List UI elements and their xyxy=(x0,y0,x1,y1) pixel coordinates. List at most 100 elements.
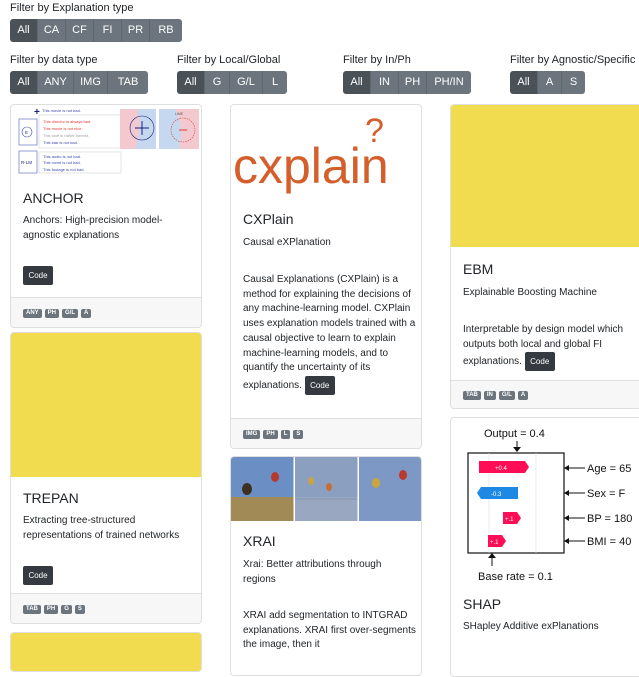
shap-figure: Output = 0.4 +0.4 -0.3 +.1 +.1 Age = 65 … xyxy=(451,420,639,588)
filter-local-gl[interactable]: G/L xyxy=(230,71,263,94)
filter-inph-label: Filter by In/Ph xyxy=(343,54,411,66)
badge: G/L xyxy=(62,309,79,318)
svg-text:This movie is not nice.: This movie is not nice. xyxy=(43,126,83,131)
card-ebm-code-button[interactable]: Code xyxy=(524,352,555,372)
card-trepan[interactable]: TREPAN Extracting tree-structured repres… xyxy=(10,332,202,624)
filter-inph-phin[interactable]: PH/IN xyxy=(427,71,471,94)
svg-text:+.1: +.1 xyxy=(490,540,499,546)
filter-data-img[interactable]: IMG xyxy=(74,71,108,94)
filter-explanation-label: Filter by Explanation type xyxy=(10,2,134,14)
card-shap-title: SHAP xyxy=(463,596,502,612)
card-trepan-image xyxy=(11,333,201,477)
badge: IN xyxy=(483,391,496,400)
filter-agnostic-label: Filter by Agnostic/Specific xyxy=(510,54,636,66)
filter-explanation-ca[interactable]: CA xyxy=(38,19,66,42)
svg-text:+.1: +.1 xyxy=(505,517,514,523)
anchor-image: + E This movie is not bad. This director… xyxy=(15,107,199,175)
shap-feature-bmi: BMI = 40 xyxy=(587,536,631,548)
filter-local-label: Filter by Local/Global xyxy=(177,54,281,66)
filter-local-l[interactable]: L xyxy=(263,71,287,94)
filter-inph-all[interactable]: All xyxy=(343,71,371,94)
filter-agnostic-s[interactable]: S xyxy=(562,71,585,94)
svg-text:This stuff is rather honest.: This stuff is rather honest. xyxy=(43,133,89,138)
filter-explanation-rb[interactable]: RB xyxy=(150,19,182,42)
card-xrai[interactable]: XRAI Xrai: Better attributions through r… xyxy=(230,456,422,676)
shap-feature-sex: Sex = F xyxy=(587,488,625,500)
badge: G/L xyxy=(498,391,515,400)
filter-explanation-pr[interactable]: PR xyxy=(122,19,150,42)
filter-agnostic-group: All A S xyxy=(510,71,585,94)
badge: PH xyxy=(263,430,278,439)
card-anchor-code-button[interactable]: Code xyxy=(23,266,53,285)
filter-inph-ph[interactable]: PH xyxy=(399,71,427,94)
card-anchor-title: ANCHOR xyxy=(23,190,84,206)
svg-text:R-LM: R-LM xyxy=(21,160,32,165)
card-ebm-image xyxy=(451,105,639,247)
badge: G xyxy=(61,605,72,614)
card-cxplain-subtitle: Causal eXPlanation xyxy=(243,237,331,248)
badge: PH xyxy=(43,605,59,614)
filter-explanation-all[interactable]: All xyxy=(10,19,38,42)
card-anchor[interactable]: + E This movie is not bad. This director… xyxy=(10,104,202,328)
card-xrai-title: XRAI xyxy=(243,533,276,549)
card-xrai-description: XRAI add segmentation to INTGRAD explana… xyxy=(243,610,416,651)
filter-inph-group: All IN PH PH/IN xyxy=(343,71,471,94)
shap-output-label: Output = 0.4 xyxy=(484,428,545,440)
badge: PH xyxy=(44,309,60,318)
filter-data-tab[interactable]: TAB xyxy=(108,71,148,94)
card-anchor-footer: ANY PH G/L A xyxy=(11,297,201,327)
svg-text:E: E xyxy=(25,130,28,135)
card-cxplain-description: Causal Explanations (CXPlain) is a metho… xyxy=(243,273,417,395)
filter-data-any[interactable]: ANY xyxy=(38,71,74,94)
badge: S xyxy=(293,430,304,439)
badge: L xyxy=(280,430,291,439)
filter-explanation-cf[interactable]: CF xyxy=(66,19,94,42)
card-cxplain-description-text: Causal Explanations (CXPlain) is a metho… xyxy=(243,274,416,392)
shap-feature-age: Age = 65 xyxy=(587,463,631,475)
card-partial-image xyxy=(11,633,201,671)
badge: TAB xyxy=(23,605,41,614)
card-ebm-subtitle: Explainable Boosting Machine xyxy=(463,287,597,298)
card-trepan-footer: TAB PH G S xyxy=(11,593,201,623)
svg-text:-0.3: -0.3 xyxy=(491,492,502,498)
card-cxplain-title: CXPlain xyxy=(243,211,294,227)
svg-text:LIME: LIME xyxy=(175,112,184,116)
shap-base-label: Base rate = 0.1 xyxy=(478,571,553,583)
filter-agnostic-a[interactable]: A xyxy=(538,71,562,94)
badge: IMG xyxy=(243,430,261,439)
filter-local-group: All G G/L L xyxy=(177,71,287,94)
badge: TAB xyxy=(463,391,481,400)
svg-text:This director is always bad.: This director is always bad. xyxy=(43,119,91,124)
svg-text:This audio is not bad.: This audio is not bad. xyxy=(43,154,81,159)
card-ebm-description: Interpretable by design model which outp… xyxy=(463,323,633,372)
badge: A xyxy=(81,309,92,318)
card-trepan-code-button[interactable]: Code xyxy=(23,566,53,585)
xrai-image xyxy=(231,457,421,521)
badge: ANY xyxy=(23,309,42,318)
filter-local-g[interactable]: G xyxy=(205,71,230,94)
filter-data-label: Filter by data type xyxy=(10,54,98,66)
svg-text:cxplain: cxplain xyxy=(233,138,389,194)
card-ebm[interactable]: EBM Explainable Boosting Machine Interpr… xyxy=(450,104,639,409)
filter-agnostic-all[interactable]: All xyxy=(510,71,538,94)
filter-explanation-fi[interactable]: FI xyxy=(94,19,122,42)
svg-text:This footage is not bad.: This footage is not bad. xyxy=(43,167,85,172)
filter-explanation-group: All CA CF FI PR RB xyxy=(10,19,182,42)
svg-text:+0.4: +0.4 xyxy=(495,466,508,472)
card-anchor-subtitle: Anchors: High-precision model-agnostic e… xyxy=(23,215,163,241)
badge: S xyxy=(74,605,85,614)
card-partial[interactable] xyxy=(10,632,202,672)
filter-inph-in[interactable]: IN xyxy=(371,71,399,94)
shap-feature-bp: BP = 180 xyxy=(587,513,632,525)
filter-data-group: All ANY IMG TAB xyxy=(10,71,148,94)
card-xrai-subtitle: Xrai: Better attributions through region… xyxy=(243,559,382,585)
card-shap-subtitle: SHapley Additive exPlanations xyxy=(463,621,599,632)
svg-text:This star is not bad.: This star is not bad. xyxy=(43,140,78,145)
cxplain-logo: ? cxplain xyxy=(231,107,421,197)
svg-text:This movie is not bad.: This movie is not bad. xyxy=(42,108,81,113)
card-cxplain-code-button[interactable]: Code xyxy=(304,375,335,395)
filter-local-all[interactable]: All xyxy=(177,71,205,94)
filter-data-all[interactable]: All xyxy=(10,71,38,94)
card-cxplain[interactable]: ? cxplain CXPlain Causal eXPlanation Cau… xyxy=(230,104,422,449)
card-shap[interactable]: Output = 0.4 +0.4 -0.3 +.1 +.1 Age = 65 … xyxy=(450,417,639,677)
